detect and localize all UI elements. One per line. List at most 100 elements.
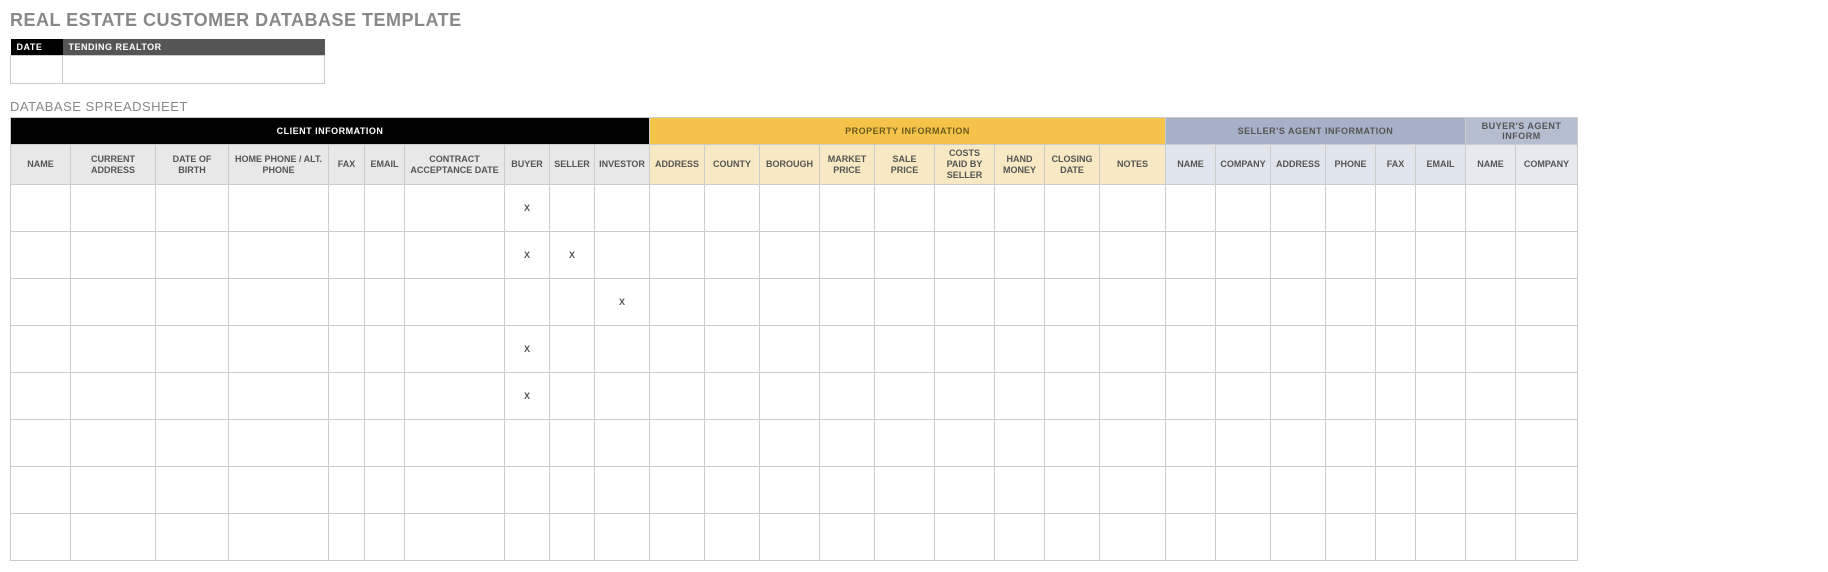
cell-investor[interactable]: [595, 514, 650, 561]
cell-s_phone[interactable]: [1326, 185, 1376, 232]
cell-buyer[interactable]: X: [505, 373, 550, 420]
cell-cur_addr[interactable]: [71, 185, 156, 232]
cell-s_phone[interactable]: [1326, 326, 1376, 373]
cell-s_phone[interactable]: [1326, 467, 1376, 514]
cell-b_name[interactable]: [1466, 420, 1516, 467]
cell-seller[interactable]: [550, 326, 595, 373]
cell-b_comp[interactable]: [1516, 467, 1578, 514]
cell-costs[interactable]: [935, 279, 995, 326]
cell-b_comp[interactable]: [1516, 279, 1578, 326]
cell-notes[interactable]: [1100, 185, 1166, 232]
cell-s_email[interactable]: [1416, 514, 1466, 561]
cell-s_fax[interactable]: [1376, 232, 1416, 279]
cell-notes[interactable]: [1100, 420, 1166, 467]
cell-dob[interactable]: [156, 420, 229, 467]
cell-s_fax[interactable]: [1376, 185, 1416, 232]
cell-email[interactable]: [365, 514, 405, 561]
cell-closing[interactable]: [1045, 326, 1100, 373]
cell-buyer[interactable]: [505, 420, 550, 467]
cell-fax[interactable]: [329, 326, 365, 373]
cell-s_phone[interactable]: [1326, 373, 1376, 420]
cell-hand[interactable]: [995, 279, 1045, 326]
cell-costs[interactable]: [935, 326, 995, 373]
cell-s_email[interactable]: [1416, 232, 1466, 279]
cell-s_name[interactable]: [1166, 467, 1216, 514]
cell-closing[interactable]: [1045, 279, 1100, 326]
cell-p_addr[interactable]: [650, 514, 705, 561]
cell-cur_addr[interactable]: [71, 279, 156, 326]
cell-dob[interactable]: [156, 373, 229, 420]
cell-sale[interactable]: [875, 514, 935, 561]
cell-investor[interactable]: [595, 232, 650, 279]
cell-sale[interactable]: [875, 232, 935, 279]
cell-b_name[interactable]: [1466, 467, 1516, 514]
cell-market[interactable]: [820, 467, 875, 514]
cell-dob[interactable]: [156, 232, 229, 279]
cell-s_fax[interactable]: [1376, 514, 1416, 561]
cell-market[interactable]: [820, 326, 875, 373]
cell-costs[interactable]: [935, 467, 995, 514]
cell-phone[interactable]: [229, 467, 329, 514]
cell-b_comp[interactable]: [1516, 232, 1578, 279]
cell-s_fax[interactable]: [1376, 373, 1416, 420]
cell-notes[interactable]: [1100, 514, 1166, 561]
cell-contract[interactable]: [405, 185, 505, 232]
cell-email[interactable]: [365, 232, 405, 279]
cell-buyer[interactable]: X: [505, 185, 550, 232]
cell-notes[interactable]: [1100, 279, 1166, 326]
cell-s_comp[interactable]: [1216, 185, 1271, 232]
cell-s_fax[interactable]: [1376, 420, 1416, 467]
cell-county[interactable]: [705, 326, 760, 373]
cell-s_comp[interactable]: [1216, 279, 1271, 326]
cell-email[interactable]: [365, 467, 405, 514]
cell-s_addr[interactable]: [1271, 232, 1326, 279]
cell-s_email[interactable]: [1416, 185, 1466, 232]
cell-s_name[interactable]: [1166, 514, 1216, 561]
cell-hand[interactable]: [995, 420, 1045, 467]
cell-fax[interactable]: [329, 373, 365, 420]
cell-seller[interactable]: [550, 373, 595, 420]
cell-county[interactable]: [705, 232, 760, 279]
cell-market[interactable]: [820, 185, 875, 232]
cell-cur_addr[interactable]: [71, 373, 156, 420]
cell-email[interactable]: [365, 185, 405, 232]
cell-cur_addr[interactable]: [71, 232, 156, 279]
cell-fax[interactable]: [329, 514, 365, 561]
cell-email[interactable]: [365, 279, 405, 326]
cell-notes[interactable]: [1100, 326, 1166, 373]
cell-borough[interactable]: [760, 232, 820, 279]
cell-seller[interactable]: [550, 514, 595, 561]
cell-hand[interactable]: [995, 514, 1045, 561]
cell-contract[interactable]: [405, 326, 505, 373]
cell-notes[interactable]: [1100, 467, 1166, 514]
cell-b_comp[interactable]: [1516, 185, 1578, 232]
cell-name[interactable]: [11, 420, 71, 467]
cell-s_comp[interactable]: [1216, 232, 1271, 279]
cell-s_name[interactable]: [1166, 326, 1216, 373]
cell-county[interactable]: [705, 420, 760, 467]
cell-borough[interactable]: [760, 279, 820, 326]
cell-sale[interactable]: [875, 420, 935, 467]
cell-closing[interactable]: [1045, 373, 1100, 420]
cell-s_addr[interactable]: [1271, 373, 1326, 420]
cell-seller[interactable]: [550, 279, 595, 326]
cell-b_comp[interactable]: [1516, 420, 1578, 467]
cell-borough[interactable]: [760, 467, 820, 514]
cell-b_name[interactable]: [1466, 185, 1516, 232]
cell-costs[interactable]: [935, 232, 995, 279]
cell-s_comp[interactable]: [1216, 326, 1271, 373]
cell-county[interactable]: [705, 373, 760, 420]
cell-closing[interactable]: [1045, 420, 1100, 467]
cell-hand[interactable]: [995, 373, 1045, 420]
cell-investor[interactable]: [595, 185, 650, 232]
cell-costs[interactable]: [935, 373, 995, 420]
cell-hand[interactable]: [995, 232, 1045, 279]
cell-contract[interactable]: [405, 467, 505, 514]
cell-cur_addr[interactable]: [71, 467, 156, 514]
cell-s_addr[interactable]: [1271, 185, 1326, 232]
cell-contract[interactable]: [405, 514, 505, 561]
cell-s_name[interactable]: [1166, 373, 1216, 420]
cell-dob[interactable]: [156, 467, 229, 514]
cell-b_comp[interactable]: [1516, 326, 1578, 373]
cell-name[interactable]: [11, 185, 71, 232]
